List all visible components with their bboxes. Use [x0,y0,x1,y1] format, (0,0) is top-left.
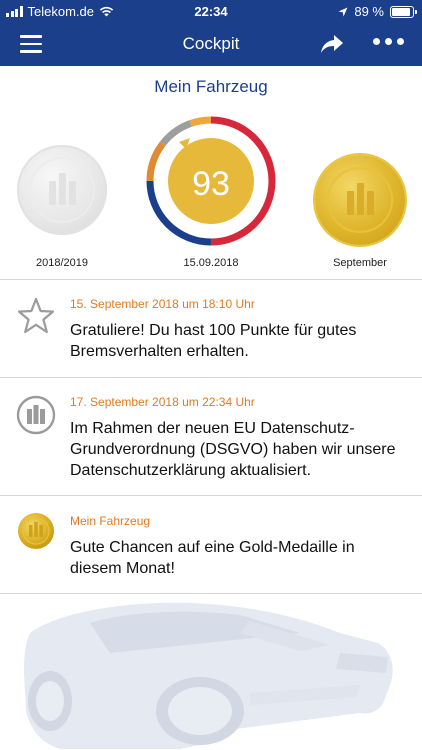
divider [0,495,422,496]
feed-item-date: 15. September 2018 um 18:10 Uhr [70,297,255,311]
status-bar: Telekom.de 22:34 89 % [0,0,422,24]
share-arrow-icon[interactable] [320,33,344,55]
feed-item-date: Mein Fahrzeug [70,514,151,528]
battery-fill [392,7,410,16]
battery-icon [390,5,417,18]
more-dots-icon[interactable] [373,38,404,45]
gold-medal-icon [18,513,54,549]
right-medal-label: September [333,257,387,269]
score-date: 15.09.2018 [183,257,239,269]
navigation-bar: Cockpit [0,24,422,66]
section-title: Mein Fahrzeug [154,77,268,96]
allianz-logo-icon [347,183,374,215]
month-medal-gold[interactable] [315,155,405,245]
location-arrow-icon [338,7,348,16]
feed-item-text[interactable]: Im Rahmen der neuen EU Datenschutz-Grund… [70,418,400,481]
divider [0,279,422,280]
allianz-logo-icon [49,173,76,205]
car-illustration [24,602,393,749]
page-title: Cockpit [182,34,240,53]
divider [0,377,422,378]
score-value: 93 [192,165,230,203]
star-outline-icon [17,297,55,334]
status-right: 89 % [338,4,417,19]
feed-item-text[interactable]: Gute Chancen auf eine Gold-Medaille in d… [70,537,400,579]
allianz-logo-icon [16,395,56,435]
season-medal-silver[interactable] [17,145,107,235]
feed-item-text[interactable]: Gratuliere! Du hast 100 Punkte für gutes… [70,320,400,362]
feed-item-date: 17. September 2018 um 22:34 Uhr [70,395,255,409]
battery-percent: 89 % [354,4,384,19]
left-medal-label: 2018/2019 [36,257,88,269]
